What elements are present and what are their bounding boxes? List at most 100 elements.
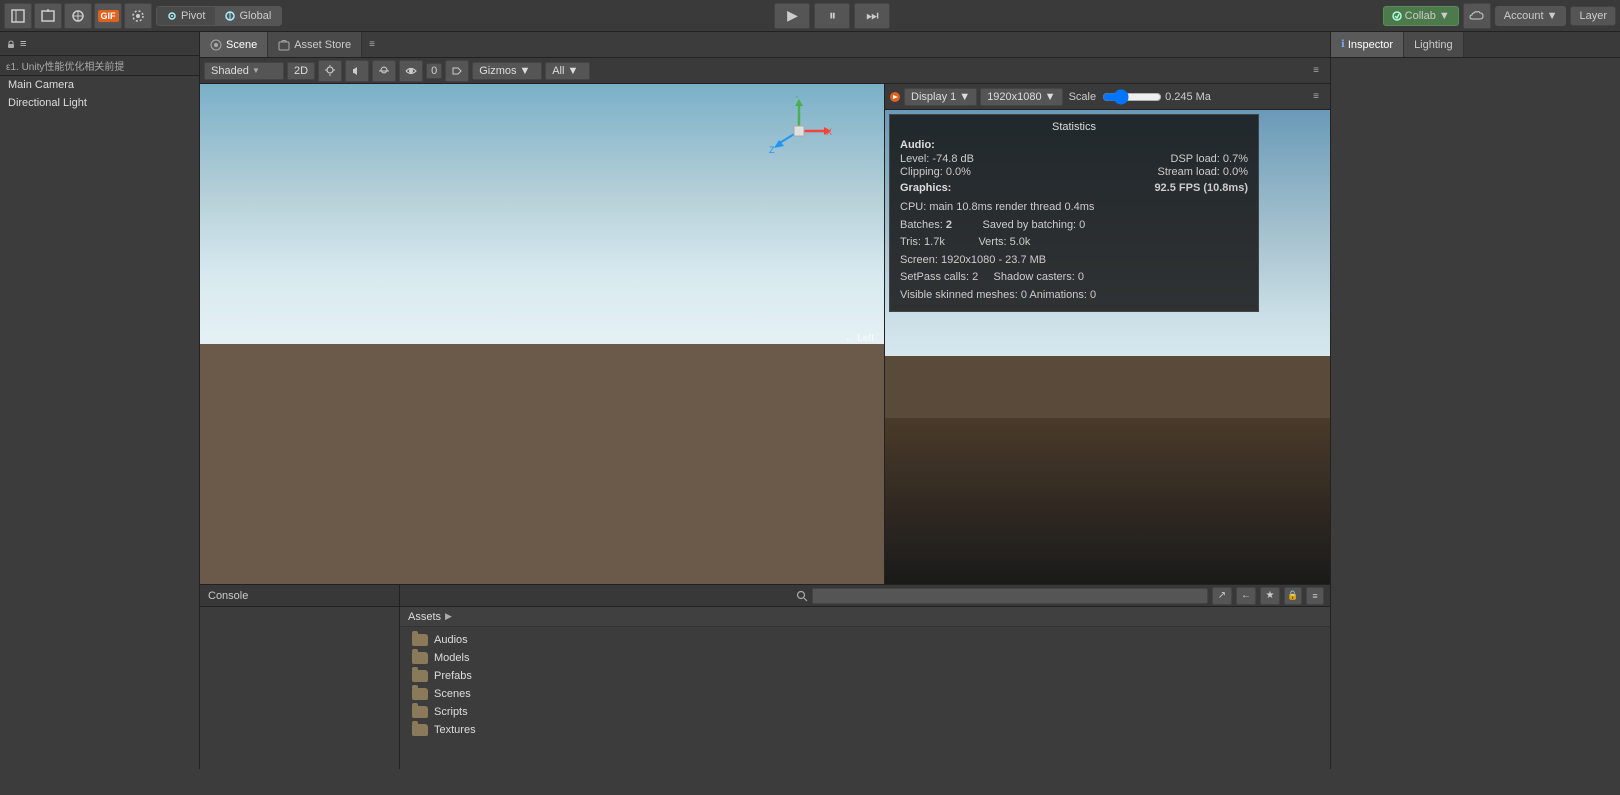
visibility-count: 0 bbox=[426, 63, 442, 79]
game-toolbar-menu[interactable]: ≡ bbox=[1306, 84, 1326, 109]
stats-graphics-row: Graphics: 92.5 FPS (10.8ms) bbox=[900, 179, 1248, 196]
game-canvas[interactable]: Statistics Audio: Level: -74.8 dB DSP lo… bbox=[885, 110, 1330, 584]
inspector-info-icon: ℹ bbox=[1341, 39, 1345, 50]
tool-icon-2[interactable] bbox=[34, 3, 62, 29]
scale-label: Scale bbox=[1066, 91, 1100, 103]
scene-game-tab-bar: Scene Asset Store ≡ bbox=[200, 32, 1330, 58]
all-dropdown[interactable]: All ▼ bbox=[545, 62, 590, 80]
scene-tab-icon bbox=[210, 39, 222, 51]
stats-cpu: CPU: main 10.8ms render thread 0.4ms bbox=[900, 199, 1248, 217]
right-tab-bar: ℹ Inspector Lighting bbox=[1331, 32, 1620, 58]
assets-refresh-btn[interactable]: ↗ bbox=[1212, 587, 1232, 605]
pause-button[interactable]: ⏸ bbox=[814, 3, 850, 29]
stats-setpass-row: SetPass calls: 2 Shadow casters: 0 bbox=[900, 269, 1248, 287]
scene-visibility-icon[interactable] bbox=[399, 60, 423, 82]
stats-detail: CPU: main 10.8ms render thread 0.4ms Bat… bbox=[900, 199, 1248, 305]
global-button[interactable]: Global bbox=[215, 7, 281, 25]
tab-scene[interactable]: Scene bbox=[200, 32, 268, 57]
stats-level: Level: -74.8 dB bbox=[900, 153, 974, 165]
scene-gizmo[interactable]: Y X Z bbox=[764, 96, 834, 166]
stats-tris-row: Tris: 1.7k Verts: 5.0k bbox=[900, 234, 1248, 252]
scene-tab-menu[interactable]: ≡ bbox=[362, 32, 382, 57]
assets-breadcrumb: Assets ▶ bbox=[400, 607, 1330, 627]
tool-icon-group: GIF bbox=[4, 3, 152, 29]
toolbar-right: Collab ▼ Account ▼ Layer bbox=[1383, 3, 1616, 29]
play-button[interactable]: ▶ bbox=[774, 3, 810, 29]
pivot-button[interactable]: Pivot bbox=[157, 7, 215, 25]
tab-asset-store[interactable]: Asset Store bbox=[268, 32, 362, 57]
gizmos-dropdown[interactable]: Gizmos ▼ bbox=[472, 62, 542, 80]
main-layout: ≡ ε1. Unity性能优化相关前提 Main Camera Directio… bbox=[0, 32, 1620, 769]
shading-dropdown[interactable]: Shaded ▼ bbox=[204, 62, 284, 80]
stats-batches: Batches: 2 bbox=[900, 219, 952, 231]
inspector-content bbox=[1331, 58, 1620, 769]
resolution-dropdown[interactable]: 1920x1080 ▼ bbox=[980, 88, 1062, 106]
scene-light-icon[interactable] bbox=[318, 60, 342, 82]
tool-icon-1[interactable] bbox=[4, 3, 32, 29]
scene-effects-icon[interactable] bbox=[372, 60, 396, 82]
svg-text:Z: Z bbox=[769, 145, 775, 155]
gif-badge: GIF bbox=[98, 10, 119, 22]
scene-ground bbox=[200, 344, 884, 584]
scene-audio-icon[interactable] bbox=[345, 60, 369, 82]
console-tab[interactable]: Console bbox=[200, 585, 399, 607]
stats-graphics-header: Graphics: bbox=[900, 182, 951, 194]
step-button[interactable]: ⏭ bbox=[854, 3, 890, 29]
right-panel: ℹ Inspector Lighting bbox=[1330, 32, 1620, 769]
asset-store-icon bbox=[278, 39, 290, 51]
game-toolbar: Display 1 ▼ 1920x1080 ▼ Scale 0.245 Ma ≡ bbox=[885, 84, 1330, 110]
tab-inspector[interactable]: ℹ Inspector bbox=[1331, 32, 1404, 57]
scene-extra-icon[interactable] bbox=[445, 60, 469, 82]
cloud-button[interactable] bbox=[1463, 3, 1491, 29]
asset-item-models[interactable]: Models bbox=[408, 649, 1322, 667]
top-toolbar: GIF Pivot Global ▶ ⏸ ⏭ Collab ▼ bbox=[0, 0, 1620, 32]
game-bottom-dark bbox=[885, 418, 1330, 584]
stats-dsp: DSP load: 0.7% bbox=[1171, 153, 1248, 165]
sidebar-item-light[interactable]: Directional Light bbox=[0, 94, 199, 112]
pivot-global-group: Pivot Global bbox=[156, 6, 282, 26]
asset-item-audios[interactable]: Audios bbox=[408, 631, 1322, 649]
display-dropdown[interactable]: Display 1 ▼ bbox=[904, 88, 977, 106]
svg-text:X: X bbox=[826, 127, 832, 137]
bottom-sidebar: Console bbox=[200, 585, 400, 769]
scene-view[interactable]: Y X Z ← Left bbox=[200, 84, 885, 584]
asset-item-scenes[interactable]: Scenes bbox=[408, 685, 1322, 703]
stats-skinned: Visible skinned meshes: 0 Animations: 0 bbox=[900, 287, 1248, 305]
shading-chevron: ▼ bbox=[252, 66, 260, 75]
scale-slider[interactable] bbox=[1102, 91, 1162, 103]
stats-fps: 92.5 FPS (10.8ms) bbox=[1154, 182, 1248, 194]
folder-icon-prefabs bbox=[412, 670, 428, 682]
folder-icon-textures bbox=[412, 724, 428, 736]
stats-stream: Stream load: 0.0% bbox=[1158, 166, 1249, 178]
tool-icon-3[interactable] bbox=[64, 3, 92, 29]
assets-star-btn[interactable]: ★ bbox=[1260, 587, 1280, 605]
assets-menu-btn[interactable]: ≡ bbox=[1306, 587, 1324, 605]
assets-search-input[interactable] bbox=[812, 588, 1208, 604]
svg-text:Y: Y bbox=[794, 96, 800, 100]
stats-shadow: Shadow casters: 0 bbox=[994, 271, 1085, 283]
assets-file-list: Audios Models Prefabs Scenes bbox=[400, 627, 1330, 769]
tab-lighting[interactable]: Lighting bbox=[1404, 32, 1464, 57]
game-icon bbox=[889, 91, 901, 103]
stats-level-row: Level: -74.8 dB DSP load: 0.7% bbox=[900, 153, 1248, 165]
scene-left-label: ← Left bbox=[845, 333, 874, 344]
2d-button[interactable]: 2D bbox=[287, 62, 315, 80]
sidebar-item-camera[interactable]: Main Camera bbox=[0, 76, 199, 94]
gif-badge-btn[interactable]: GIF bbox=[94, 3, 122, 29]
stats-tris: Tris: 1.7k bbox=[900, 236, 945, 248]
assets-lock-btn[interactable]: 🔒 bbox=[1284, 587, 1302, 605]
assets-panel: ↗ ← ★ 🔒 ≡ Assets ▶ Audios bbox=[400, 585, 1330, 769]
assets-toolbar: ↗ ← ★ 🔒 ≡ bbox=[400, 585, 1330, 607]
assets-nav-back-btn[interactable]: ← bbox=[1236, 587, 1256, 605]
account-button[interactable]: Account ▼ bbox=[1495, 6, 1567, 26]
asset-item-prefabs[interactable]: Prefabs bbox=[408, 667, 1322, 685]
tool-icon-settings[interactable] bbox=[124, 3, 152, 29]
collab-button[interactable]: Collab ▼ bbox=[1383, 6, 1459, 26]
folder-icon-scenes bbox=[412, 688, 428, 700]
scene-toolbar-menu[interactable]: ≡ bbox=[1306, 58, 1326, 83]
layer-button[interactable]: Layer bbox=[1570, 6, 1616, 26]
asset-item-scripts[interactable]: Scripts bbox=[408, 703, 1322, 721]
sidebar-menu-icon: ≡ bbox=[20, 38, 26, 50]
asset-item-textures[interactable]: Textures bbox=[408, 721, 1322, 739]
center-area: Scene Asset Store ≡ Shaded ▼ 2D bbox=[200, 32, 1330, 769]
